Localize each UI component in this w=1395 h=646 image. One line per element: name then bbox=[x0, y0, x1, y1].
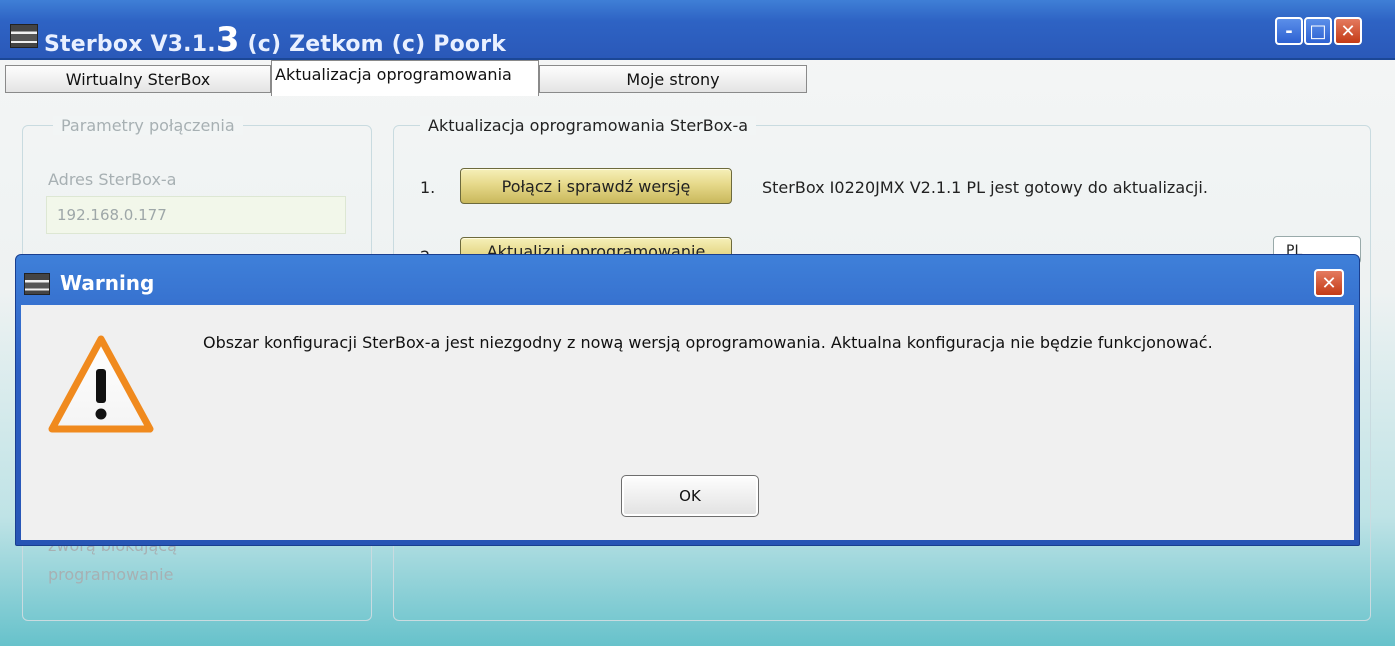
app-icon bbox=[10, 24, 38, 48]
window-title: Sterbox V3.1.3 (c) Zetkom (c) Poork bbox=[44, 20, 506, 60]
ok-button[interactable]: OK bbox=[621, 475, 759, 517]
warning-dialog: Warning ✕ Obszar konfiguracji SterBox-a … bbox=[15, 254, 1360, 546]
tab-wirtualny-sterbox[interactable]: Wirtualny SterBox bbox=[5, 65, 271, 93]
tab-moje-strony[interactable]: Moje strony bbox=[539, 65, 807, 93]
close-button[interactable]: ✕ bbox=[1334, 17, 1362, 45]
dialog-message: Obszar konfiguracji SterBox-a jest niezg… bbox=[203, 333, 1213, 352]
close-icon: ✕ bbox=[1340, 20, 1356, 42]
dialog-title: Warning bbox=[60, 271, 155, 295]
dialog-body: Obszar konfiguracji SterBox-a jest niezg… bbox=[21, 305, 1354, 540]
step1-number: 1. bbox=[420, 178, 436, 197]
connection-params-legend: Parametry połączenia bbox=[53, 116, 243, 135]
connect-check-version-button[interactable]: Połącz i sprawdź wersję bbox=[460, 168, 732, 204]
update-legend: Aktualizacja oprogramowania SterBox-a bbox=[420, 116, 757, 135]
address-field[interactable]: 192.168.0.177 bbox=[46, 196, 346, 234]
left-footer-line2: programowanie bbox=[48, 565, 174, 584]
minimize-icon: - bbox=[1285, 20, 1293, 42]
maximize-icon: □ bbox=[1309, 20, 1327, 42]
title-version-digit: 3 bbox=[215, 20, 240, 60]
dialog-close-button[interactable]: ✕ bbox=[1314, 269, 1344, 297]
dialog-app-icon bbox=[24, 273, 50, 295]
tab-aktualizacja[interactable]: Aktualizacja oprogramowania bbox=[271, 60, 539, 96]
address-label: Adres SterBox-a bbox=[48, 170, 177, 189]
minimize-button[interactable]: - bbox=[1275, 17, 1303, 45]
step1-status: SterBox I0220JMX V2.1.1 PL jest gotowy d… bbox=[762, 178, 1208, 197]
maximize-button[interactable]: □ bbox=[1304, 17, 1332, 45]
title-suffix: (c) Zetkom (c) Poork bbox=[247, 32, 507, 57]
close-icon: ✕ bbox=[1321, 272, 1337, 294]
warning-triangle-icon bbox=[48, 335, 154, 433]
tab-bar: Wirtualny SterBox Aktualizacja oprogramo… bbox=[0, 60, 1395, 100]
window-titlebar[interactable]: Sterbox V3.1.3 (c) Zetkom (c) Poork - □ … bbox=[0, 0, 1395, 60]
title-prefix: Sterbox V3.1. bbox=[44, 32, 216, 57]
main-window: Sterbox V3.1.3 (c) Zetkom (c) Poork - □ … bbox=[0, 0, 1395, 646]
